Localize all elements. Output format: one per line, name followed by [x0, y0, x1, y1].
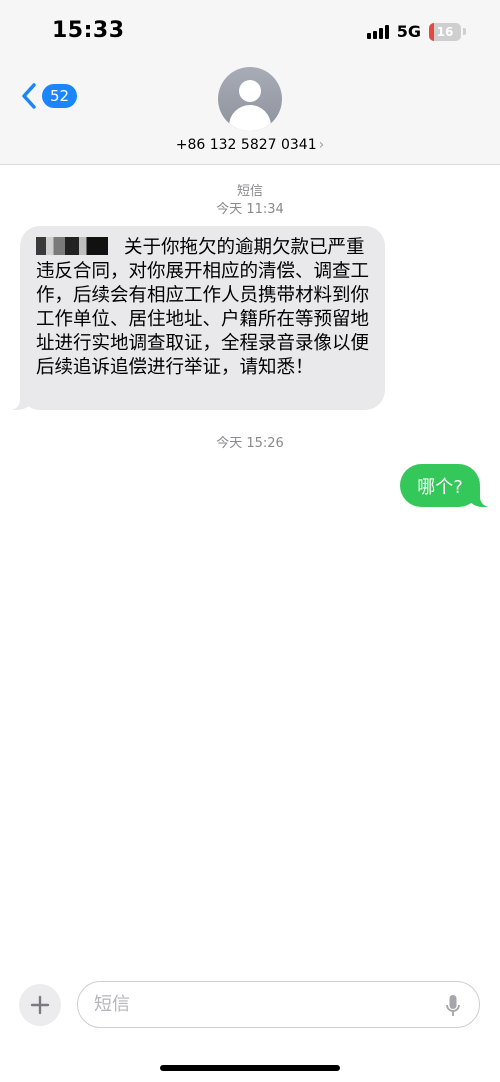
avatar-head: [239, 80, 261, 102]
battery-percent: 16: [436, 24, 454, 39]
service-label: 短信: [236, 184, 263, 199]
battery-icon: 16: [429, 22, 461, 41]
status-time: 15:33: [52, 18, 125, 43]
message-input[interactable]: [94, 994, 414, 1015]
incoming-message-text: 关于你拖欠的逾期欠款已严重违反合同，对你展开相应的清偿、调查工作，后续会有相应工…: [36, 237, 370, 378]
timestamp: 今天 11:34: [216, 202, 284, 217]
microphone-icon[interactable]: [445, 994, 461, 1018]
outgoing-message-bubble[interactable]: 哪个?: [400, 464, 496, 507]
back-button[interactable]: 52: [20, 82, 78, 110]
plus-icon: [30, 995, 50, 1015]
contact-name[interactable]: +86 132 5827 0341 ›: [0, 137, 500, 153]
chevron-left-icon: [22, 83, 36, 109]
home-indicator[interactable]: [160, 1065, 340, 1071]
contact-number: +86 132 5827 0341: [175, 137, 317, 153]
battery-tip: [463, 28, 466, 35]
conversation-header: 15:33 5G 16 52 +86 132 5827 0341 ›: [0, 0, 500, 165]
signal-icon: [366, 24, 389, 39]
avatar-body: [229, 105, 271, 131]
network-type: 5G: [396, 22, 421, 41]
message-input-container[interactable]: [77, 981, 480, 1028]
incoming-message-content: 关于你拖欠的逾期欠款已严重违反合同，对你展开相应的清偿、调查工作，后续会有相应工…: [36, 236, 371, 380]
battery-level-fill: [429, 22, 435, 41]
chevron-right-icon: ›: [318, 137, 325, 153]
status-indicators: 5G 16: [366, 22, 466, 41]
incoming-message-bubble[interactable]: 关于你拖欠的逾期欠款已严重违反合同，对你展开相应的清偿、调查工作，后续会有相应工…: [4, 226, 385, 410]
unread-badge: 52: [42, 84, 78, 108]
outgoing-message-text: 哪个?: [417, 476, 463, 498]
contact-avatar[interactable]: [218, 67, 282, 131]
add-attachment-button[interactable]: [19, 984, 61, 1026]
redacted-sender: [36, 237, 108, 255]
timestamp: 今天 15:26: [216, 436, 284, 451]
